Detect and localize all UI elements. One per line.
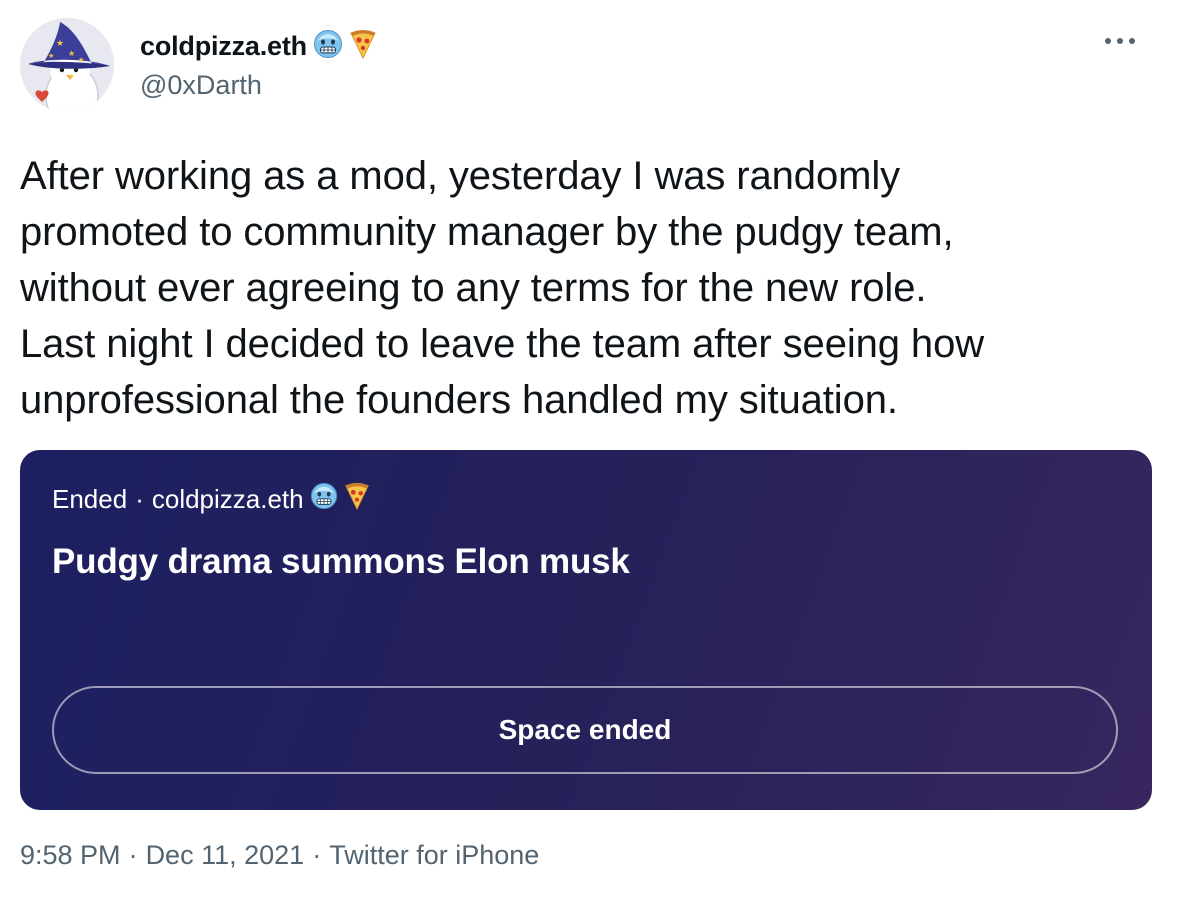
footer-separator: · [128, 840, 138, 870]
space-title: Pudgy drama summons Elon musk [52, 542, 630, 581]
space-status: Ended [52, 484, 128, 514]
svg-text:★: ★ [78, 56, 84, 64]
user-info: coldpizza.eth @0xDarth [140, 26, 377, 101]
space-meta: Ended · coldpizza.eth [52, 482, 370, 517]
tweet-date[interactable]: Dec 11, 2021 [146, 840, 305, 870]
tweet-time[interactable]: 9:58 PM [20, 840, 121, 870]
display-name[interactable]: coldpizza.eth [140, 31, 307, 62]
pizza-emoji-icon [344, 482, 370, 517]
more-horizontal-icon [1103, 33, 1137, 51]
space-card[interactable]: Ended · coldpizza.eth Pudgy drama summon… [20, 450, 1152, 810]
avatar-image: ★ ★ ★ ★ [20, 18, 114, 112]
svg-text:★: ★ [56, 38, 64, 48]
tweet-source[interactable]: Twitter for iPhone [329, 840, 539, 870]
svg-text:★: ★ [48, 52, 54, 60]
space-meta-separator: · [135, 484, 144, 514]
space-host: coldpizza.eth [151, 484, 304, 514]
tweet: ★ ★ ★ ★ coldpizza.eth @0xDarth After wor… [0, 0, 1180, 906]
space-ended-button[interactable]: Space ended [52, 686, 1118, 774]
avatar[interactable]: ★ ★ ★ ★ [20, 18, 114, 112]
tweet-text: After working as a mod, yesterday I was … [20, 154, 985, 422]
cold-face-emoji-icon [313, 29, 343, 64]
cold-face-emoji-icon [310, 482, 338, 517]
pizza-emoji-icon [349, 29, 377, 64]
tweet-footer: 9:58 PM · Dec 11, 2021 · Twitter for iPhone [20, 840, 539, 871]
more-options-button[interactable] [1100, 30, 1140, 54]
user-handle[interactable]: @0xDarth [140, 70, 377, 101]
name-row: coldpizza.eth [140, 26, 377, 66]
svg-text:★: ★ [68, 49, 75, 58]
footer-separator: · [312, 840, 322, 870]
